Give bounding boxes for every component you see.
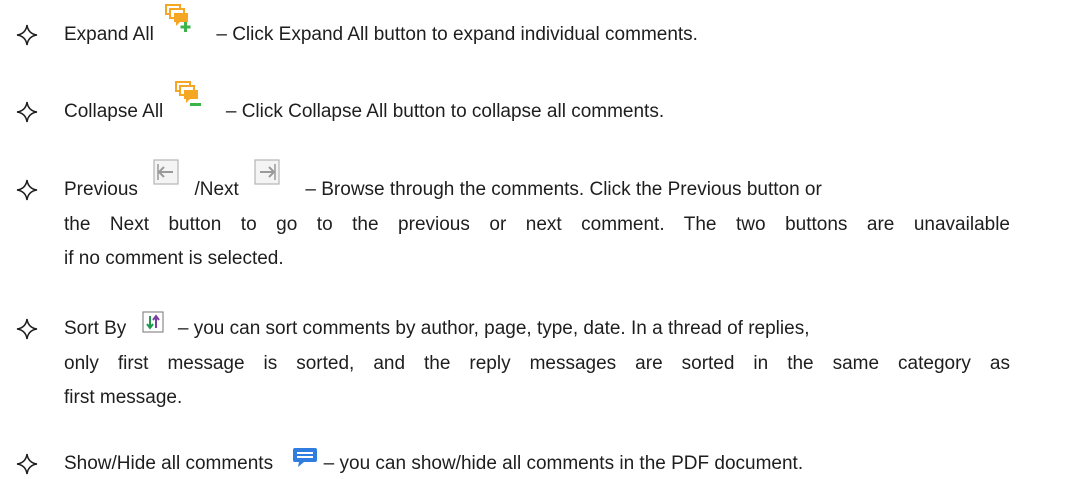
show-hide-comments-description: – you can show/hide all comments in the … [323, 453, 804, 474]
collapse-all-description: – Click Collapse All button to collapse … [225, 101, 665, 122]
sort-by-description-continued: first message. [64, 387, 183, 408]
sort-by-label: Sort By [64, 318, 127, 339]
expand-all-icon[interactable] [163, 3, 193, 33]
previous-next-description: – Browse through the comments. Click the… [305, 179, 822, 200]
next-label: /Next [194, 179, 239, 200]
bullet-line: Sort By – you can sort comments by autho… [64, 311, 810, 342]
diamond-bullet-icon [16, 179, 38, 201]
show-hide-comments-label: Show/Hide all comments [64, 453, 274, 474]
collapse-all-icon[interactable] [173, 80, 203, 110]
next-icon[interactable] [254, 159, 280, 185]
collapse-all-label: Collapse All [64, 101, 164, 122]
bullet-line: Show/Hide all comments – you can show/hi… [64, 448, 804, 477]
sort-by-description-continued: only first message is sorted, and the re… [64, 353, 1010, 374]
previous-next-description-continued: if no comment is selected. [64, 248, 284, 269]
show-hide-comments-icon[interactable] [292, 446, 318, 470]
previous-label: Previous [64, 179, 138, 200]
bullet-line: Collapse All – Click Collapse All button… [64, 81, 665, 129]
sort-by-icon[interactable] [141, 311, 164, 333]
diamond-bullet-icon [16, 101, 38, 123]
previous-icon[interactable] [153, 159, 179, 185]
expand-all-label: Expand All [64, 24, 154, 45]
sort-by-description: – you can sort comments by author, page,… [177, 318, 810, 339]
bullet-line: Previous /Next – Browse through the comm… [64, 159, 1010, 203]
bullet-line: Expand All – Click Expand All button to … [64, 4, 698, 52]
diamond-bullet-icon [16, 453, 38, 475]
expand-all-description: – Click Expand All button to expand indi… [216, 24, 698, 45]
diamond-bullet-icon [16, 24, 38, 46]
previous-next-description-continued: the Next button to go to the previous or… [64, 214, 1010, 235]
diamond-bullet-icon [16, 318, 38, 340]
